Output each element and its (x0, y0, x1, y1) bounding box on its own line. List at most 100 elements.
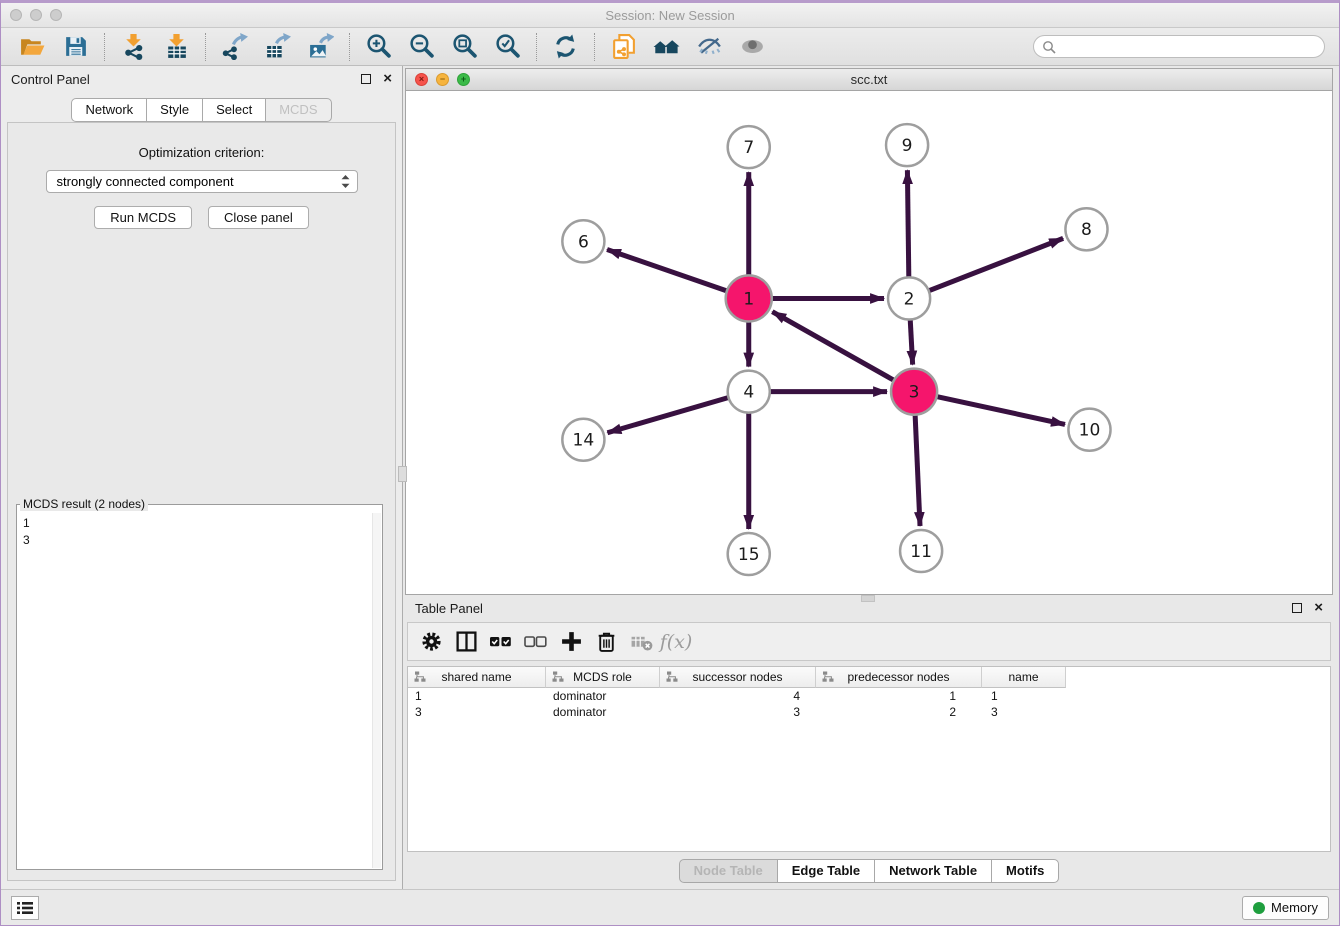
table-row[interactable]: 3dominator323 (408, 704, 1330, 720)
tab-select[interactable]: Select (202, 98, 266, 122)
graph-node-14[interactable]: 14 (562, 419, 604, 461)
home-icon[interactable] (653, 33, 680, 60)
zoom-in-icon[interactable] (365, 33, 392, 60)
control-panel-close-icon[interactable]: × (383, 74, 392, 84)
cell[interactable]: 3 (660, 704, 816, 720)
panel-splitter-grip[interactable] (398, 466, 407, 482)
svg-text:2: 2 (904, 289, 915, 309)
control-panel-float-icon[interactable] (361, 74, 371, 84)
table-panel-float-icon[interactable] (1292, 603, 1302, 613)
network-maximize-button[interactable]: + (457, 73, 470, 86)
network-close-button[interactable]: × (415, 73, 428, 86)
tab-node-table[interactable]: Node Table (679, 859, 778, 883)
network-table-splitter-grip[interactable] (861, 595, 875, 602)
table-header-row: shared nameMCDS rolesuccessor nodesprede… (408, 667, 1330, 688)
function-builder-icon[interactable]: f(x) (663, 630, 689, 654)
criterion-select[interactable]: strongly connected component (46, 170, 358, 193)
table-panel-close-icon[interactable]: × (1314, 603, 1323, 613)
criterion-select-value: strongly connected component (57, 174, 340, 189)
zoom-out-icon[interactable] (408, 33, 435, 60)
save-session-icon[interactable] (62, 33, 89, 60)
show-all-eye-icon[interactable] (739, 33, 766, 60)
optimization-criterion-label: Optimization criterion: (8, 145, 395, 160)
search-icon (1042, 40, 1056, 54)
table-panel-title: Table Panel (415, 601, 483, 616)
open-session-icon[interactable] (19, 33, 46, 60)
tab-motifs[interactable]: Motifs (991, 859, 1059, 883)
export-image-icon[interactable] (307, 33, 334, 60)
edge-3-1[interactable] (772, 312, 914, 392)
status-bar: Memory (1, 889, 1339, 925)
tab-network[interactable]: Network (71, 98, 147, 122)
cell[interactable]: 1 (408, 688, 546, 704)
cell[interactable]: dominator (546, 704, 660, 720)
export-table-icon[interactable] (264, 33, 291, 60)
graph-node-6[interactable]: 6 (562, 220, 604, 262)
graph-node-1[interactable]: 1 (726, 275, 772, 321)
add-column-plus-icon[interactable] (558, 630, 584, 654)
table-row[interactable]: 1dominator411 (408, 688, 1330, 704)
cell[interactable]: 3 (982, 704, 1066, 720)
svg-text:3: 3 (909, 383, 920, 403)
column-header-MCDS-role[interactable]: MCDS role (546, 667, 660, 688)
column-header-predecessor-nodes[interactable]: predecessor nodes (816, 667, 982, 688)
deselect-all-checkboxes-icon[interactable] (523, 630, 549, 654)
graph-node-3[interactable]: 3 (891, 369, 937, 415)
cell[interactable]: 1 (982, 688, 1066, 704)
clone-network-icon[interactable] (610, 33, 637, 60)
control-panel-tabs: NetworkStyleSelectMCDS (1, 92, 402, 122)
graph-node-10[interactable]: 10 (1068, 409, 1110, 451)
column-header-successor-nodes[interactable]: successor nodes (660, 667, 816, 688)
tab-network-table[interactable]: Network Table (874, 859, 992, 883)
table-toolbar: f(x) (407, 622, 1331, 661)
task-history-button[interactable] (11, 896, 39, 920)
cell[interactable]: 1 (816, 688, 982, 704)
graph-node-7[interactable]: 7 (728, 126, 770, 168)
cell[interactable]: dominator (546, 688, 660, 704)
show-columns-icon[interactable] (453, 630, 479, 654)
graph-node-9[interactable]: 9 (886, 124, 928, 166)
graph-node-11[interactable]: 11 (900, 530, 942, 572)
run-mcds-button[interactable]: Run MCDS (94, 206, 192, 229)
network-graph[interactable]: 7 9 6 8 1 2 4 3 14 10 15 11 (406, 91, 1332, 594)
result-scrollbar[interactable] (372, 513, 381, 868)
list-icon (17, 901, 33, 915)
hide-selected-eye-icon[interactable] (696, 33, 723, 60)
column-header-shared-name[interactable]: shared name (408, 667, 546, 688)
graph-node-15[interactable]: 15 (728, 533, 770, 575)
import-table-icon[interactable] (163, 33, 190, 60)
table-panel: Table Panel × f(x) shared nameMCDS (405, 595, 1333, 889)
mcds-panel: Optimization criterion: strongly connect… (7, 122, 396, 881)
tab-mcds[interactable]: MCDS (265, 98, 331, 122)
search-input[interactable] (1033, 35, 1325, 58)
svg-text:7: 7 (743, 138, 754, 158)
table-settings-gear-icon[interactable] (418, 630, 444, 654)
mcds-result-text[interactable]: 1 3 (18, 513, 381, 868)
tab-style[interactable]: Style (146, 98, 203, 122)
svg-text:15: 15 (738, 545, 760, 565)
app-window: Session: New Session Con (0, 0, 1340, 926)
graph-node-2[interactable]: 2 (888, 277, 930, 319)
zoom-selected-icon[interactable] (494, 33, 521, 60)
cell[interactable]: 3 (408, 704, 546, 720)
import-network-icon[interactable] (120, 33, 147, 60)
column-header-name[interactable]: name (982, 667, 1066, 688)
select-arrows-icon (340, 174, 351, 189)
edge-2-8[interactable] (909, 238, 1063, 298)
network-minimize-button[interactable]: − (436, 73, 449, 86)
tab-edge-table[interactable]: Edge Table (777, 859, 875, 883)
select-all-checkboxes-icon[interactable] (488, 630, 514, 654)
network-canvas[interactable]: 7 9 6 8 1 2 4 3 14 10 15 11 (406, 91, 1332, 594)
close-panel-button[interactable]: Close panel (208, 206, 309, 229)
delete-table-icon[interactable] (628, 630, 654, 654)
cell[interactable]: 4 (660, 688, 816, 704)
memory-status-dot (1253, 902, 1265, 914)
memory-button[interactable]: Memory (1242, 896, 1329, 920)
cell[interactable]: 2 (816, 704, 982, 720)
export-network-icon[interactable] (221, 33, 248, 60)
zoom-fit-icon[interactable] (451, 33, 478, 60)
refresh-icon[interactable] (552, 33, 579, 60)
delete-trash-icon[interactable] (593, 630, 619, 654)
graph-node-4[interactable]: 4 (728, 371, 770, 413)
graph-node-8[interactable]: 8 (1065, 208, 1107, 250)
